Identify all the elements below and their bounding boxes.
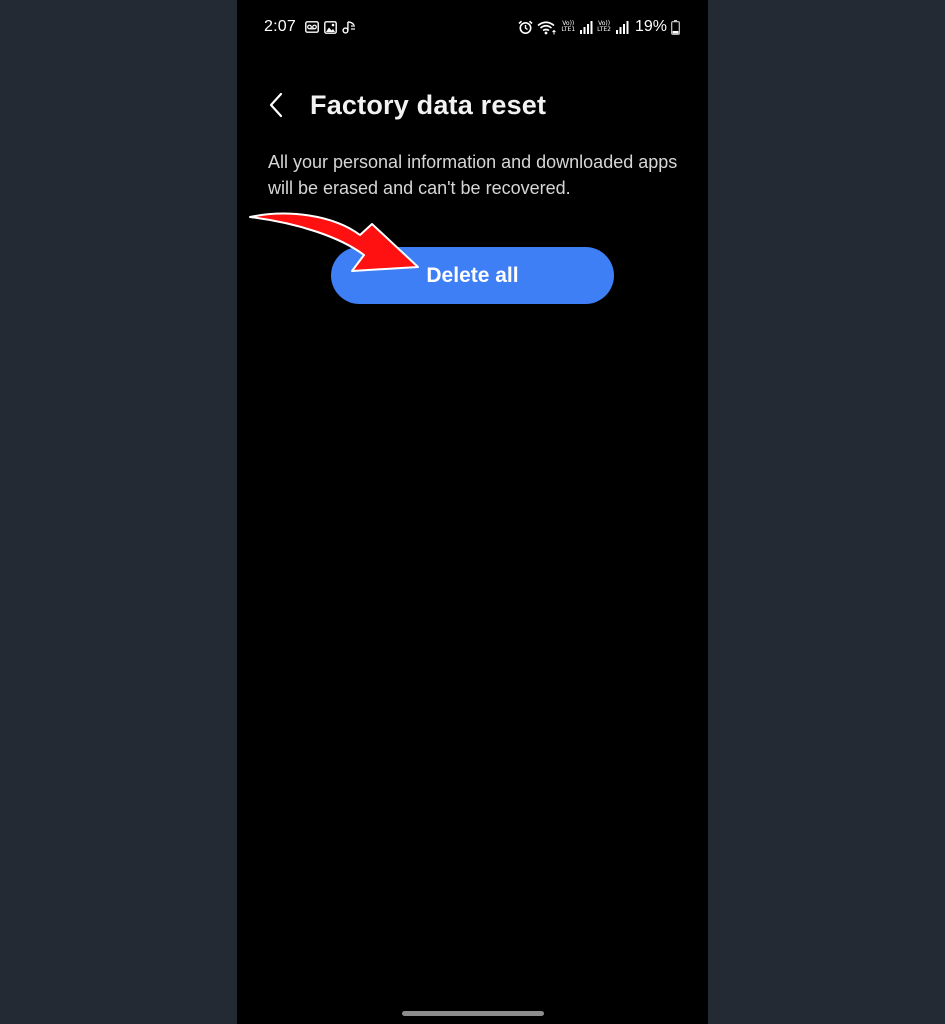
delete-all-button[interactable]: Delete all (331, 247, 614, 304)
home-indicator[interactable] (402, 1011, 544, 1016)
phone-screen: 2:07 Vo)) LTE1 Vo)) LTE2 19% Factory dat… (237, 0, 708, 1024)
page-header: Factory data reset (237, 80, 708, 136)
voicemail-icon (305, 21, 319, 33)
status-bar: 2:07 Vo)) LTE1 Vo)) LTE2 19% (237, 0, 708, 56)
page-title: Factory data reset (310, 90, 547, 120)
battery-percent: 19% (634, 18, 667, 35)
alarm-icon (518, 20, 533, 35)
reset-description: All your personal information and downlo… (268, 152, 678, 198)
chevron-left-icon (268, 92, 284, 123)
battery-icon (671, 19, 680, 35)
status-time: 2:07 (264, 18, 296, 35)
music-icon (342, 20, 356, 34)
back-button[interactable] (261, 90, 291, 124)
signal-sim1-icon (579, 20, 593, 34)
gallery-icon (324, 20, 337, 34)
wifi-icon (537, 20, 557, 35)
status-right-icons: Vo)) LTE1 Vo)) LTE2 19% (518, 18, 680, 36)
status-left-icons (305, 20, 356, 34)
sim2-label: Vo)) LTE2 (597, 20, 611, 33)
sim1-label: Vo)) LTE1 (561, 20, 576, 33)
signal-sim2-icon (615, 20, 629, 34)
